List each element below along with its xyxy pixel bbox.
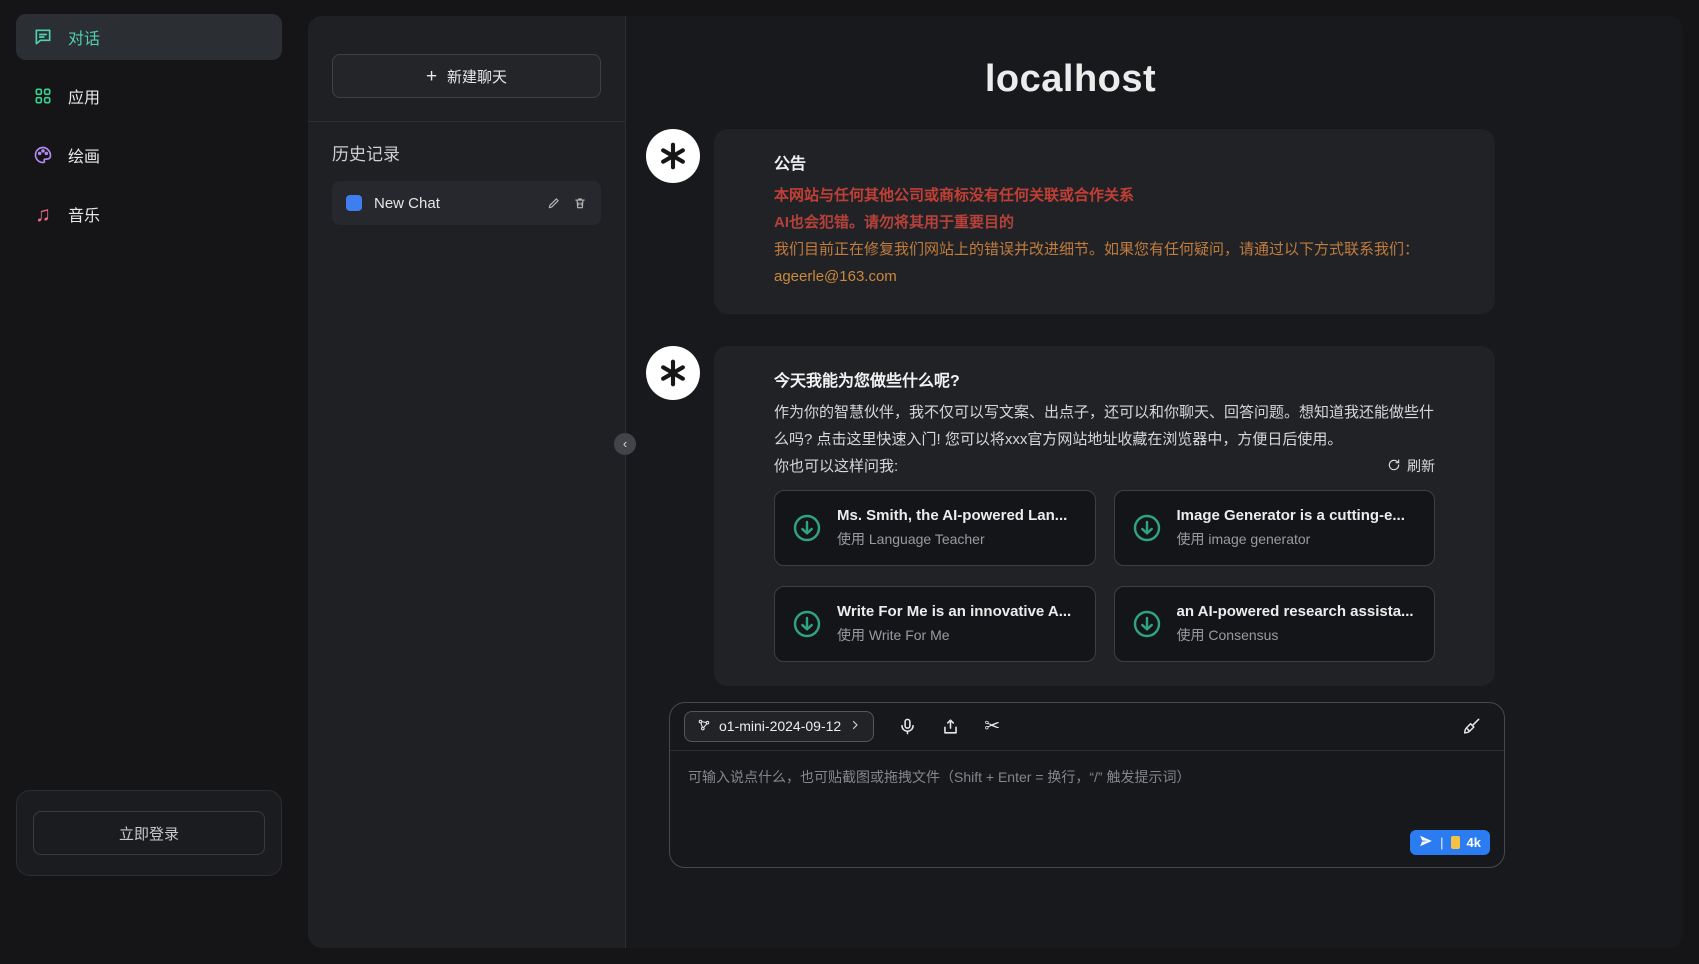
assistant-message-greeting: 今天我能为您做些什么呢? 作为你的智慧伙伴，我不仅可以写文案、出点子，还可以和你… [646,346,1495,686]
send-icon [1419,834,1433,851]
chevron-right-icon [849,718,861,734]
assistant-avatar [646,129,700,183]
edit-icon[interactable] [547,196,561,210]
refresh-label: 刷新 [1407,456,1435,476]
page-title: localhost [646,58,1495,101]
history-title: 历史记录 [332,140,601,165]
suggestion-title: Ms. Smith, the AI-powered Lan... [837,506,1067,526]
sidebar-item-apps[interactable]: 应用 [16,73,282,119]
token-count: 4k [1467,835,1481,850]
scissors-icon[interactable]: ✂ [984,715,1000,738]
composer-toolbar: o1-mini-2024-09-12 ✂ [670,703,1504,751]
login-panel: 立即登录 [16,790,282,876]
openai-logo-icon [657,357,689,389]
new-chat-label: 新建聊天 [447,66,507,87]
suggestion-card[interactable]: an AI-powered research assista... 使用 Con… [1114,586,1436,662]
model-icon [697,718,711,735]
hint-row: 你也可以这样问我: 刷新 [774,453,1435,480]
contact-email-link[interactable]: ageerle@163.com [774,263,897,290]
plus-icon: + [426,67,437,86]
suggestion-grid: Ms. Smith, the AI-powered Lan... 使用 Lang… [774,490,1435,662]
send-token-badge[interactable]: | 4k [1410,830,1490,855]
arrow-down-circle-icon [791,512,823,544]
sidebar-item-music[interactable]: ♫ 音乐 [16,191,282,237]
music-note-icon: ♫ [32,203,54,225]
clear-context-broom-icon[interactable] [1462,716,1482,736]
divider [308,121,625,122]
token-battery-icon [1451,836,1460,849]
chat-main: localhost 公告 本网站与任何其他公司或商标没有任何关联或合作关系 AI… [626,16,1683,948]
app-window: 对话 应用 绘画 ♫ 音乐 立即登录 [0,0,1699,964]
chat-avatar-icon [346,195,362,211]
suggestion-subtitle: 使用 Consensus [1177,626,1414,645]
suggestion-card[interactable]: Ms. Smith, the AI-powered Lan... 使用 Lang… [774,490,1096,566]
greeting-body: 作为你的智慧伙伴，我不仅可以写文案、出点子，还可以和你聊天、回答问题。想知道我还… [774,399,1435,453]
announcement-line: 我们目前正在修复我们网站上的错误并改进细节。如果您有任何疑问，请通过以下方式联系… [774,236,1435,263]
suggestion-title: an AI-powered research assista... [1177,602,1414,622]
message-input[interactable] [670,751,1504,867]
sidebar-item-chat[interactable]: 对话 [16,14,282,60]
suggestion-subtitle: 使用 Write For Me [837,626,1071,645]
sidebar-item-drawing[interactable]: 绘画 [16,132,282,178]
badge-separator: | [1440,835,1443,850]
refresh-icon [1387,458,1401,475]
announcement-line: 本网站与任何其他公司或商标没有任何关联或合作关系 [774,182,1435,209]
collapse-panel-button[interactable]: ‹ [614,433,636,455]
arrow-down-circle-icon [1131,608,1163,640]
hint-text: 你也可以这样问我: [774,453,898,480]
assistant-avatar [646,346,700,400]
sidebar-nav: 对话 应用 绘画 ♫ 音乐 [16,14,282,250]
arrow-down-circle-icon [791,608,823,640]
openai-logo-icon [657,140,689,172]
sidebar: 对话 应用 绘画 ♫ 音乐 立即登录 [0,0,300,964]
suggestion-subtitle: 使用 image generator [1177,530,1405,549]
suggestion-title: Write For Me is an innovative A... [837,602,1071,622]
workspace: + 新建聊天 历史记录 New Chat ‹ loc [308,16,1683,948]
suggestion-card[interactable]: Write For Me is an innovative A... 使用 Wr… [774,586,1096,662]
composer-input-area: | 4k [670,751,1504,867]
suggestion-subtitle: 使用 Language Teacher [837,530,1067,549]
chat-item-actions [547,196,587,210]
new-chat-button[interactable]: + 新建聊天 [332,54,601,98]
chat-list-item[interactable]: New Chat [332,181,601,225]
arrow-down-circle-icon [1131,512,1163,544]
greeting-bubble: 今天我能为您做些什么呢? 作为你的智慧伙伴，我不仅可以写文案、出点子，还可以和你… [714,346,1495,686]
assistant-message-announcement: 公告 本网站与任何其他公司或商标没有任何关联或合作关系 AI也会犯错。请勿将其用… [646,129,1495,314]
announcement-heading: 公告 [774,151,1435,180]
chat-item-title: New Chat [374,195,535,212]
suggestion-card[interactable]: Image Generator is a cutting-e... 使用 ima… [1114,490,1436,566]
chat-list-panel: + 新建聊天 历史记录 New Chat [308,16,626,948]
chat-bubble-icon [32,26,54,48]
sidebar-item-label: 应用 [68,84,100,108]
sidebar-item-label: 绘画 [68,143,100,167]
palette-icon [32,144,54,166]
suggestion-title: Image Generator is a cutting-e... [1177,506,1405,526]
announcement-bubble: 公告 本网站与任何其他公司或商标没有任何关联或合作关系 AI也会犯错。请勿将其用… [714,129,1495,314]
sidebar-item-label: 对话 [68,25,100,49]
microphone-button[interactable] [898,717,917,736]
model-name: o1-mini-2024-09-12 [719,718,841,734]
apps-grid-icon [32,85,54,107]
greeting-heading: 今天我能为您做些什么呢? [774,368,1435,397]
refresh-suggestions-button[interactable]: 刷新 [1387,456,1435,476]
sidebar-item-label: 音乐 [68,202,100,226]
delete-icon[interactable] [573,196,587,210]
announcement-line: AI也会犯错。请勿将其用于重要目的 [774,209,1435,236]
composer: o1-mini-2024-09-12 ✂ [669,702,1505,868]
upload-button[interactable] [941,717,960,736]
model-selector[interactable]: o1-mini-2024-09-12 [684,711,874,742]
login-button[interactable]: 立即登录 [33,811,265,855]
